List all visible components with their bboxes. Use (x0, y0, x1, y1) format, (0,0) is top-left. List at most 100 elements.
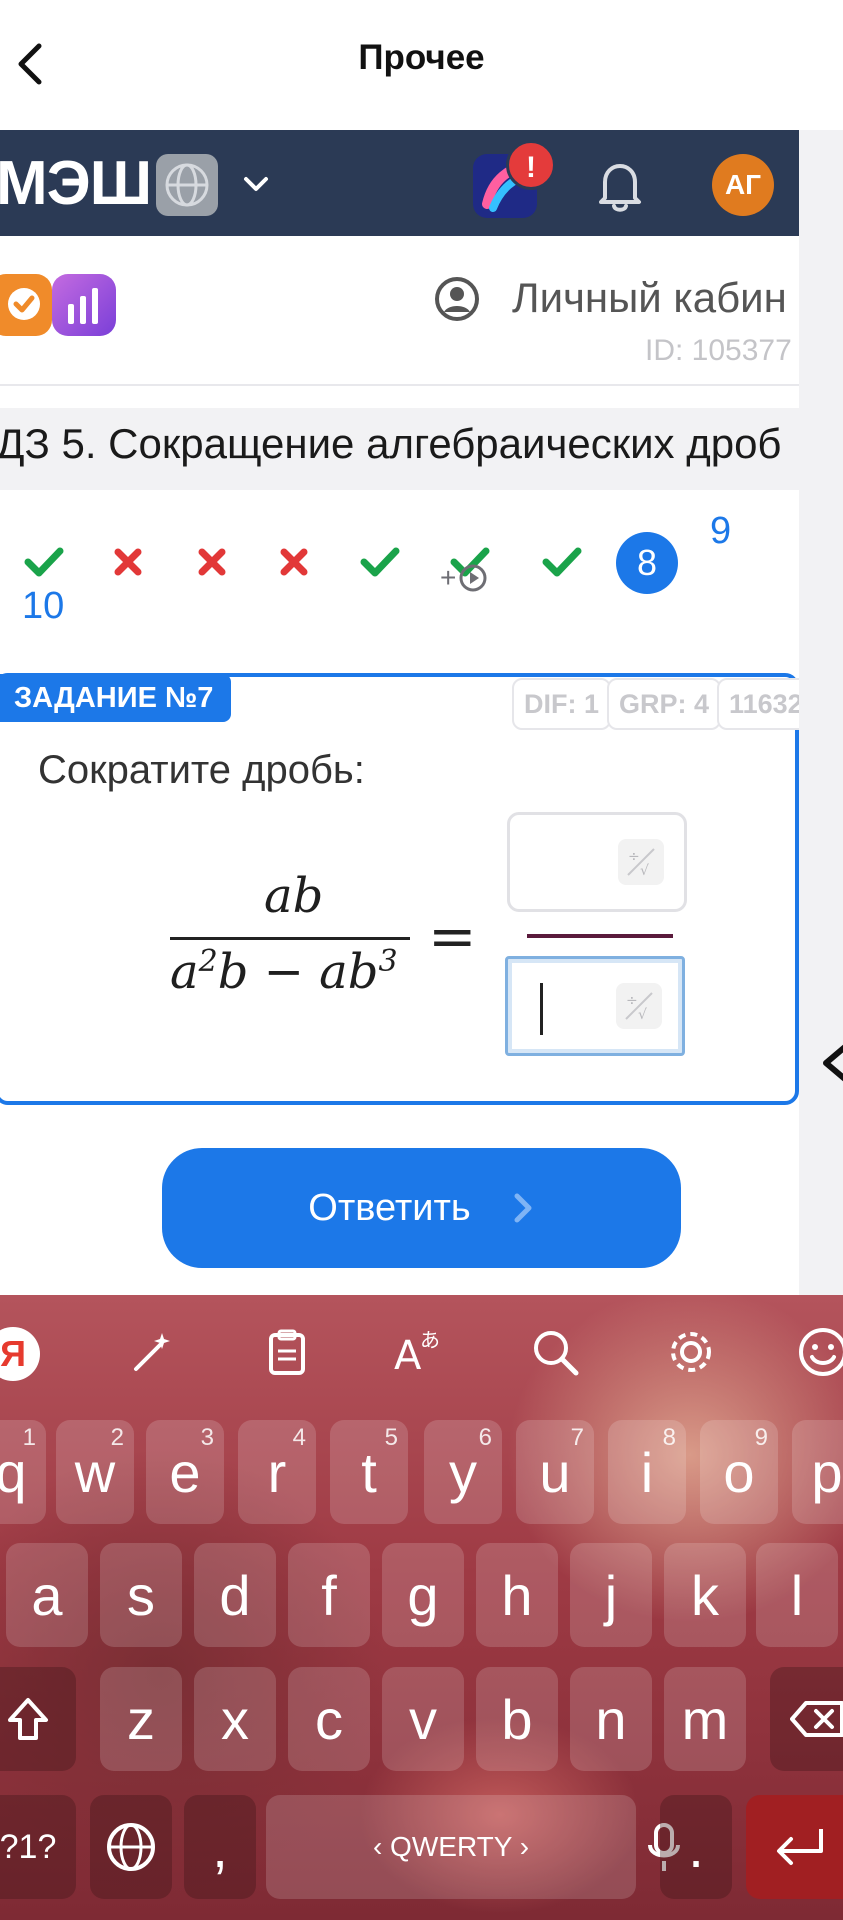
chevron-down-icon[interactable] (238, 166, 274, 202)
enter-key[interactable] (746, 1795, 843, 1899)
key-a[interactable]: a (6, 1543, 88, 1647)
key-s[interactable]: s (100, 1543, 182, 1647)
symbols-key[interactable]: ?1? (0, 1795, 76, 1899)
progress-mark-2[interactable] (98, 532, 158, 592)
key-hint: 9 (754, 1424, 768, 1451)
period-key[interactable]: . (660, 1795, 732, 1899)
key-o[interactable]: o9 (700, 1420, 778, 1524)
key-label: k (691, 1563, 719, 1627)
progress-mark-4[interactable] (264, 532, 324, 592)
progress-mark-7[interactable] (532, 532, 592, 592)
emoji-icon[interactable] (796, 1325, 843, 1379)
personal-cabinet-link[interactable]: Личный кабин (512, 274, 787, 322)
key-c[interactable]: c (288, 1667, 370, 1771)
key-l[interactable]: l (756, 1543, 838, 1647)
key-label: t (361, 1440, 377, 1504)
video-bonus[interactable]: + (440, 562, 488, 594)
keyboard: Я Aあ q1 w2 e3 r4 t5 y6 u7 i8 o9 p a s d … (0, 1295, 843, 1920)
key-u[interactable]: u7 (516, 1420, 594, 1524)
key-f[interactable]: f (288, 1543, 370, 1647)
key-n[interactable]: n (570, 1667, 652, 1771)
key-b[interactable]: b (476, 1667, 558, 1771)
key-label: c (315, 1687, 343, 1751)
text-caret (540, 983, 543, 1035)
math-keypad-icon[interactable]: ÷ √ (618, 839, 664, 885)
clipboard-icon[interactable] (260, 1325, 314, 1379)
key-label: m (681, 1687, 729, 1751)
key-g[interactable]: g (382, 1543, 464, 1647)
shift-key[interactable] (0, 1667, 76, 1771)
svg-text:A: A (394, 1333, 422, 1379)
key-h[interactable]: h (476, 1543, 558, 1647)
user-circle-icon[interactable] (434, 276, 480, 322)
key-j[interactable]: j (570, 1543, 652, 1647)
key-p[interactable]: p (792, 1420, 843, 1524)
backspace-key[interactable] (770, 1667, 843, 1771)
den-exponent: 2 (198, 944, 218, 979)
web-view: МЭШ ! АГ Личный кабин ID: 105377 ДЗ 5. С… (0, 130, 799, 1295)
stats-app-icon[interactable] (52, 274, 116, 336)
key-label: r (267, 1440, 287, 1504)
key-q[interactable]: q1 (0, 1420, 46, 1524)
search-icon[interactable] (528, 1325, 582, 1379)
progress-mark-5[interactable] (350, 532, 410, 592)
svg-text:√: √ (640, 863, 649, 879)
key-d[interactable]: d (194, 1543, 276, 1647)
svg-text:あ: あ (420, 1328, 440, 1352)
key-k[interactable]: k (664, 1543, 746, 1647)
yandex-button[interactable]: Я (0, 1327, 40, 1381)
gear-icon[interactable] (664, 1325, 718, 1379)
language-key[interactable] (90, 1795, 172, 1899)
math-keypad-icon[interactable]: ÷ √ (616, 983, 662, 1029)
key-m[interactable]: m (664, 1667, 746, 1771)
key-hint: 7 (570, 1424, 584, 1451)
fraction-denominator: a2b − ab3 (170, 944, 398, 1000)
svg-text:÷: ÷ (628, 849, 640, 865)
progress-mark-3[interactable] (182, 532, 242, 592)
submit-answer-button[interactable]: Ответить (162, 1148, 681, 1268)
key-hint: 1 (22, 1424, 36, 1451)
key-x[interactable]: x (194, 1667, 276, 1771)
bell-icon[interactable] (595, 158, 645, 214)
fraction-numerator: ab (264, 868, 324, 924)
key-label: j (604, 1563, 618, 1627)
alert-badge[interactable]: ! (506, 140, 556, 190)
equals-sign: = (428, 902, 477, 970)
key-hint: 6 (478, 1424, 492, 1451)
magic-wand-icon[interactable] (124, 1325, 178, 1379)
side-panel-toggle-icon[interactable] (818, 1033, 843, 1093)
mesh-header: МЭШ ! АГ (0, 130, 799, 236)
key-label: z (127, 1687, 155, 1751)
key-e[interactable]: e3 (146, 1420, 224, 1524)
key-i[interactable]: i8 (608, 1420, 686, 1524)
key-hint: 8 (662, 1424, 676, 1451)
progress-task-10[interactable]: 10 (22, 585, 64, 628)
spacebar[interactable]: ‹ QWERTY › (266, 1795, 680, 1899)
key-r[interactable]: r4 (238, 1420, 316, 1524)
task-meta: DIF: 1 GRP: 4 11632 (512, 678, 799, 730)
key-label: ?1? (0, 1827, 57, 1866)
answer-numerator-input[interactable]: ÷ √ (507, 812, 687, 912)
key-y[interactable]: y6 (424, 1420, 502, 1524)
key-t[interactable]: t5 (330, 1420, 408, 1524)
answer-denominator-input[interactable]: ÷ √ (505, 956, 685, 1056)
bulb-app-icon[interactable] (0, 274, 52, 336)
avatar[interactable]: АГ (712, 154, 774, 216)
mesh-logo[interactable]: МЭШ (0, 148, 152, 219)
key-v[interactable]: v (382, 1667, 464, 1771)
comma-key[interactable]: , (184, 1795, 256, 1899)
key-label: e (169, 1440, 201, 1504)
meta-chip: DIF: 1 (512, 678, 612, 730)
globe-grid-icon[interactable] (156, 154, 218, 216)
key-z[interactable]: z (100, 1667, 182, 1771)
lesson-title-bar: ДЗ 5. Сокращение алгебраических дроб (0, 408, 799, 490)
progress-mark-1[interactable] (14, 532, 74, 592)
video-bonus-label: + (440, 562, 457, 593)
progress-current-task[interactable]: 8 (616, 532, 678, 594)
progress-task-9[interactable]: 9 (710, 510, 731, 553)
task-prompt: Сократите дробь: (38, 748, 365, 792)
key-hint: 4 (292, 1424, 306, 1451)
translate-icon[interactable]: Aあ (392, 1325, 446, 1379)
chevron-right-icon (514, 1193, 532, 1223)
key-w[interactable]: w2 (56, 1420, 134, 1524)
